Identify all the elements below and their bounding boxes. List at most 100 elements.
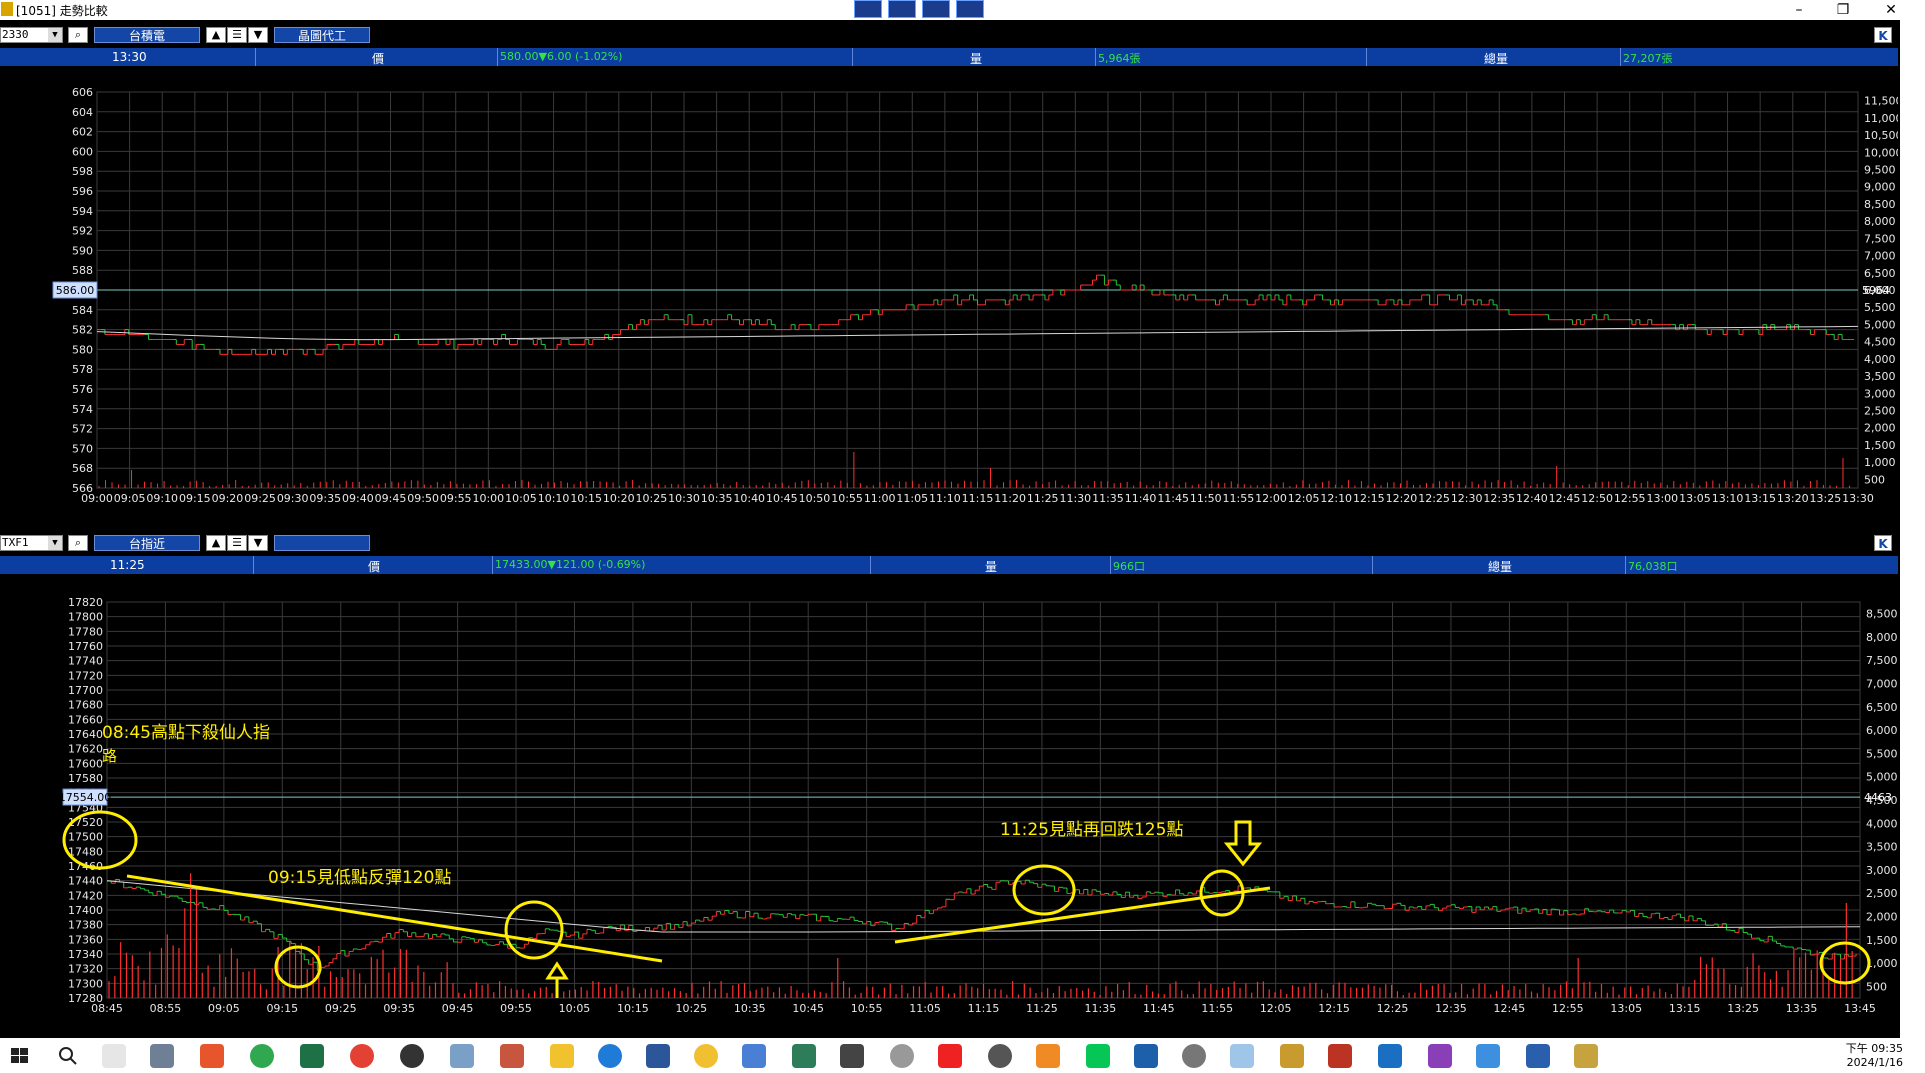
bottom-symbol-select[interactable]: TXF1 ▼: [0, 535, 63, 551]
app-icon-15[interactable]: [1182, 1044, 1206, 1068]
bottom-category[interactable]: [274, 535, 370, 551]
time-tick-label: 11:50: [1190, 492, 1222, 505]
word-icon[interactable]: [646, 1044, 670, 1068]
volume-tick-label: 2,000: [1866, 910, 1898, 923]
ie-icon[interactable]: [598, 1044, 622, 1068]
volume-tick-label: 8,500: [1864, 198, 1896, 211]
app-icon-19[interactable]: [1378, 1044, 1402, 1068]
bottom-price-label: 價: [368, 560, 381, 574]
close-button[interactable]: ✕: [1876, 0, 1906, 20]
volume-tick-label: 5,500: [1866, 747, 1898, 760]
app-icon-7[interactable]: [742, 1044, 766, 1068]
volume-tick-label: 9,000: [1864, 181, 1896, 194]
app-icon-17[interactable]: [1280, 1044, 1304, 1068]
time-tick-label: 09:20: [212, 492, 244, 505]
top-stock-name[interactable]: 台積電: [94, 27, 200, 43]
active-trading-app-icon[interactable]: [1574, 1044, 1598, 1068]
task-view-icon[interactable]: [102, 1044, 126, 1068]
app-icon-9[interactable]: [840, 1044, 864, 1068]
folder-icon[interactable]: [550, 1044, 574, 1068]
top-k-button[interactable]: K: [1874, 27, 1892, 43]
time-tick-label: 13:10: [1712, 492, 1744, 505]
bottom-search-button[interactable]: ⌕: [68, 535, 88, 551]
time-tick-label: 10:30: [668, 492, 700, 505]
bottom-down-button[interactable]: ▼: [248, 535, 268, 551]
annotation-circle: [1819, 941, 1871, 985]
volume-tick-label: 7,500: [1866, 654, 1898, 667]
app-icon-1[interactable]: [150, 1044, 174, 1068]
top-total-label: 總量: [1484, 52, 1509, 66]
layout-icon-2[interactable]: [888, 0, 916, 18]
taskbar-clock[interactable]: 下午 09:35 2024/1/16: [1846, 1042, 1903, 1070]
app-icon-11[interactable]: [938, 1044, 962, 1068]
time-tick-label: 12:50: [1581, 492, 1613, 505]
volume-tick-label: 8,500: [1866, 608, 1898, 621]
time-tick-label: 09:55: [440, 492, 472, 505]
app-icon-16[interactable]: [1230, 1044, 1254, 1068]
app-icon-22[interactable]: [1526, 1044, 1550, 1068]
time-tick-label: 09:25: [325, 1002, 357, 1015]
windows-icon: [11, 1048, 28, 1063]
price-tick-label: 17700: [68, 684, 103, 697]
time-tick-label: 11:15: [962, 492, 994, 505]
layout-icon-3[interactable]: [922, 0, 950, 18]
chevron-down-icon[interactable]: ▼: [48, 536, 62, 550]
search-icon: [59, 1047, 77, 1065]
layout-icon-1[interactable]: [854, 0, 882, 18]
time-tick-label: 12:55: [1614, 492, 1646, 505]
app-icon-13[interactable]: [1036, 1044, 1060, 1068]
top-search-button[interactable]: ⌕: [68, 27, 88, 43]
app-icon-6[interactable]: [694, 1044, 718, 1068]
time-tick-label: 09:45: [375, 492, 407, 505]
app-icon-8[interactable]: [792, 1044, 816, 1068]
search-taskbar-button[interactable]: [56, 1044, 80, 1068]
price-tick-label: 590: [72, 244, 93, 257]
top-price-label: 價: [372, 52, 385, 66]
chrome-icon-2[interactable]: [350, 1044, 374, 1068]
bottom-k-button[interactable]: K: [1874, 535, 1892, 551]
app-icon-2[interactable]: [200, 1044, 224, 1068]
bottom-contract-name[interactable]: 台指近: [94, 535, 200, 551]
chevron-down-icon[interactable]: ▼: [48, 28, 62, 42]
app-icon-5[interactable]: [500, 1044, 524, 1068]
line-icon[interactable]: [1086, 1044, 1110, 1068]
start-button[interactable]: [8, 1044, 32, 1068]
price-tick-label: 592: [72, 225, 93, 238]
top-category[interactable]: 晶圖代工: [274, 27, 370, 43]
time-tick-label: 09:10: [146, 492, 178, 505]
top-list-button[interactable]: ☰: [227, 27, 247, 43]
bottom-up-button[interactable]: ▲: [206, 535, 226, 551]
time-tick-label: 10:40: [733, 492, 765, 505]
chrome-icon-1[interactable]: [250, 1044, 274, 1068]
time-tick-label: 11:35: [1085, 1002, 1117, 1015]
top-up-button[interactable]: ▲: [206, 27, 226, 43]
top-symbol-select[interactable]: 2330 ▼: [0, 27, 63, 43]
time-tick-label: 12:15: [1353, 492, 1385, 505]
excel-icon[interactable]: [300, 1044, 324, 1068]
layout-icon-4[interactable]: [956, 0, 984, 18]
app-icon-20[interactable]: [1428, 1044, 1452, 1068]
volume-tick-label: 1,000: [1864, 456, 1896, 469]
bottom-list-button[interactable]: ☰: [227, 535, 247, 551]
app-icon-14[interactable]: [1134, 1044, 1158, 1068]
price-tick-label: 606: [72, 86, 93, 99]
top-price-value: 580.00▼6.00 (-1.02%): [500, 50, 623, 63]
app-icon-4[interactable]: [450, 1044, 474, 1068]
clock-time: 下午 09:35: [1845, 1042, 1903, 1055]
time-tick-label: 12:55: [1552, 1002, 1584, 1015]
app-icon-18[interactable]: [1328, 1044, 1352, 1068]
volume-tick-label: 1,500: [1864, 439, 1896, 452]
restore-button[interactable]: ❐: [1828, 0, 1858, 20]
time-tick-label: 12:00: [1255, 492, 1287, 505]
app-icon-3[interactable]: [400, 1044, 424, 1068]
app-icon-12[interactable]: [988, 1044, 1012, 1068]
app-icon-21[interactable]: [1476, 1044, 1500, 1068]
time-tick-label: 11:55: [1201, 1002, 1233, 1015]
top-down-button[interactable]: ▼: [248, 27, 268, 43]
minimize-button[interactable]: –: [1784, 0, 1814, 20]
up-arrow-icon: ▲: [211, 536, 221, 549]
volume-tick-label: 2,500: [1866, 887, 1898, 900]
app-icon-10[interactable]: [890, 1044, 914, 1068]
up-arrow-icon: ▲: [211, 28, 221, 41]
time-tick-label: 11:45: [1143, 1002, 1175, 1015]
